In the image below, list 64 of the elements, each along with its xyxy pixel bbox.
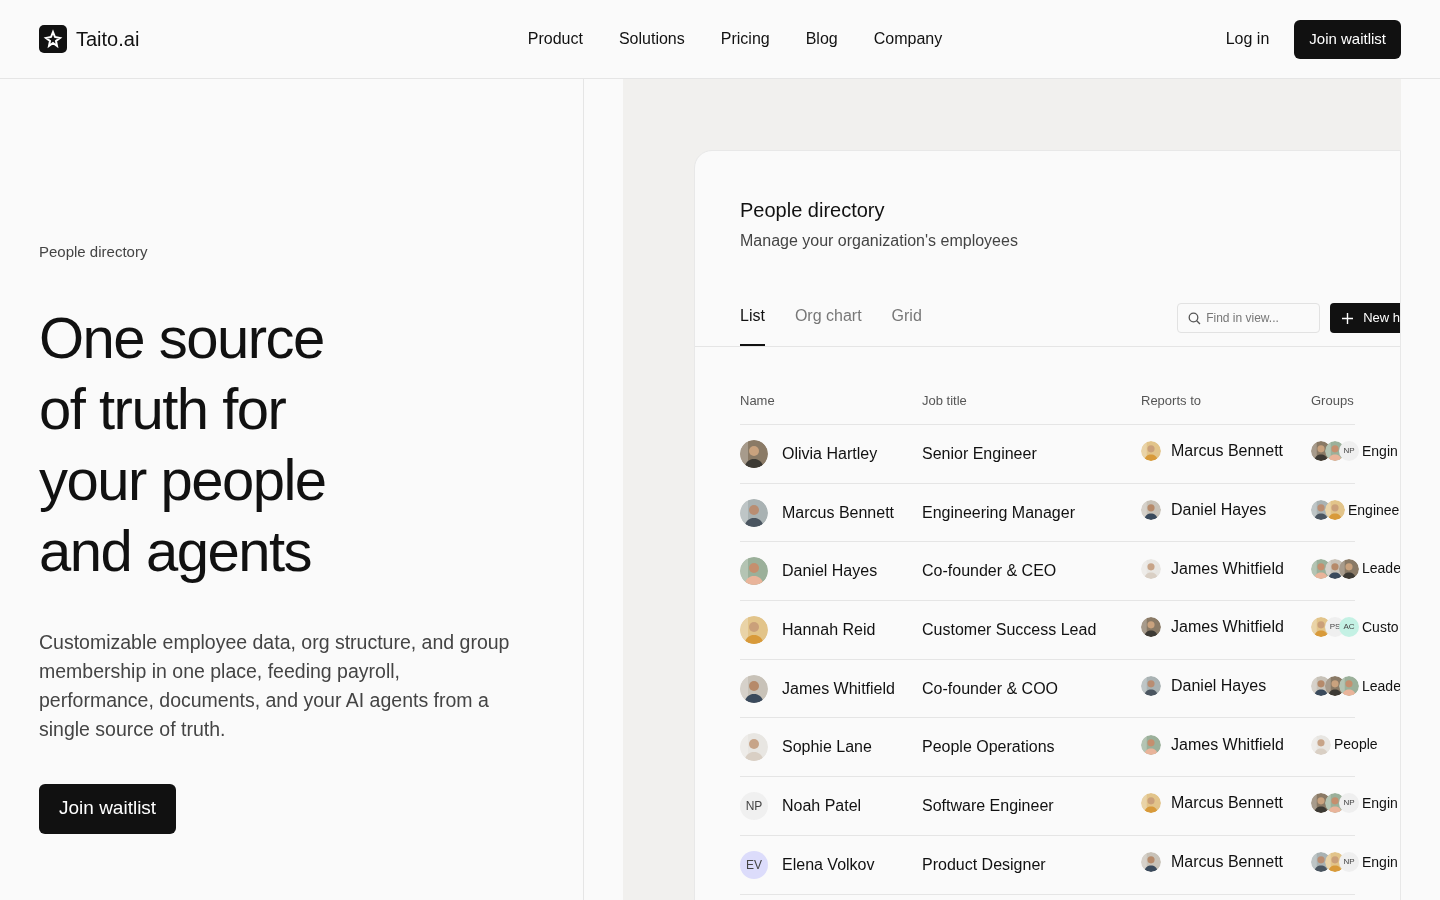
job-title: People Operations — [922, 737, 1055, 758]
person-name[interactable]: James Whitfield — [782, 676, 895, 701]
new-button[interactable]: New h — [1330, 303, 1400, 333]
search-field[interactable]: Find in view... — [1177, 303, 1321, 333]
person-name[interactable]: Olivia Hartley — [782, 441, 878, 466]
avatar-initials: EV — [740, 850, 768, 879]
manager-name: James Whitfield — [1171, 734, 1284, 755]
group-name: Custo — [1362, 617, 1399, 637]
login-link[interactable]: Log in — [1225, 27, 1270, 51]
tab[interactable]: Org chart — [794, 299, 862, 346]
nav-link[interactable]: Company — [873, 27, 943, 51]
group-name: Leade — [1362, 559, 1400, 579]
avatar-initials: NP — [1339, 793, 1359, 814]
avatar-initials: NP — [740, 791, 768, 820]
nav-link[interactable]: Product — [527, 27, 583, 51]
manager-name: James Whitfield — [1171, 558, 1284, 579]
manager-name: James Whitfield — [1171, 617, 1284, 638]
logo-icon — [39, 25, 67, 53]
job-title: Senior Engineer — [922, 443, 1037, 464]
group-name: Engin — [1362, 793, 1398, 813]
avatar-initials: NP — [1339, 852, 1359, 873]
nav-link[interactable]: Blog — [805, 27, 838, 51]
tab[interactable]: Grid — [891, 299, 922, 346]
person-name[interactable]: Elena Volkov — [782, 852, 875, 877]
tab[interactable]: List — [740, 299, 765, 346]
nav-link[interactable]: Solutions — [618, 27, 685, 51]
person-name[interactable]: Noah Patel — [782, 793, 862, 818]
manager-name: Daniel Hayes — [1171, 500, 1267, 521]
manager-name: Marcus Bennett — [1171, 793, 1284, 814]
section-label: People directory — [39, 242, 149, 262]
plus-icon — [1342, 312, 1354, 324]
person-name[interactable]: Marcus Bennett — [782, 500, 895, 525]
join-waitlist-button[interactable]: Join waitlist — [1294, 19, 1401, 59]
column-header: Groups — [1311, 391, 1354, 410]
search-icon — [1188, 312, 1202, 325]
group-name: Engin — [1362, 441, 1398, 461]
job-title: Co-founder & CEO — [922, 561, 1057, 582]
job-title: Software Engineer — [922, 795, 1054, 816]
person-name[interactable]: Sophie Lane — [782, 735, 872, 760]
manager-name: Marcus Bennett — [1171, 852, 1284, 873]
join-waitlist-button[interactable]: Join waitlist — [39, 783, 177, 834]
group-name: Enginee — [1348, 500, 1400, 520]
job-title: Co-founder & COO — [922, 678, 1059, 699]
avatar-initials: AC — [1339, 617, 1359, 638]
card-subtitle: Manage your organization's employees — [740, 231, 1019, 251]
card-title: People directory — [740, 198, 886, 223]
group-name: Leade — [1362, 676, 1400, 696]
column-header: Job title — [922, 391, 967, 410]
job-title: Product Designer — [922, 854, 1046, 875]
person-name[interactable]: Daniel Hayes — [782, 559, 878, 584]
group-name: People — [1334, 735, 1378, 755]
job-title: Customer Success Lead — [922, 619, 1097, 640]
group-name: Engin — [1362, 852, 1398, 872]
job-title: Engineering Manager — [922, 502, 1075, 523]
avatar-initials: NP — [1339, 441, 1359, 462]
manager-name: Daniel Hayes — [1171, 676, 1267, 697]
column-header: Reports to — [1141, 391, 1201, 410]
column-header: Name — [740, 391, 775, 410]
nav-link[interactable]: Pricing — [720, 27, 770, 51]
hero-description: Customizable employee data, org structure, and group membership in one place, feeding payroll, performance, documents, and your AI agents from a single source of truth. — [39, 629, 511, 742]
brand-name[interactable]: Taito.ai — [76, 24, 140, 54]
manager-name: Marcus Bennett — [1171, 441, 1284, 462]
person-name[interactable]: Hannah Reid — [782, 617, 876, 642]
headline: One source of truth for your people and agents — [39, 303, 327, 585]
